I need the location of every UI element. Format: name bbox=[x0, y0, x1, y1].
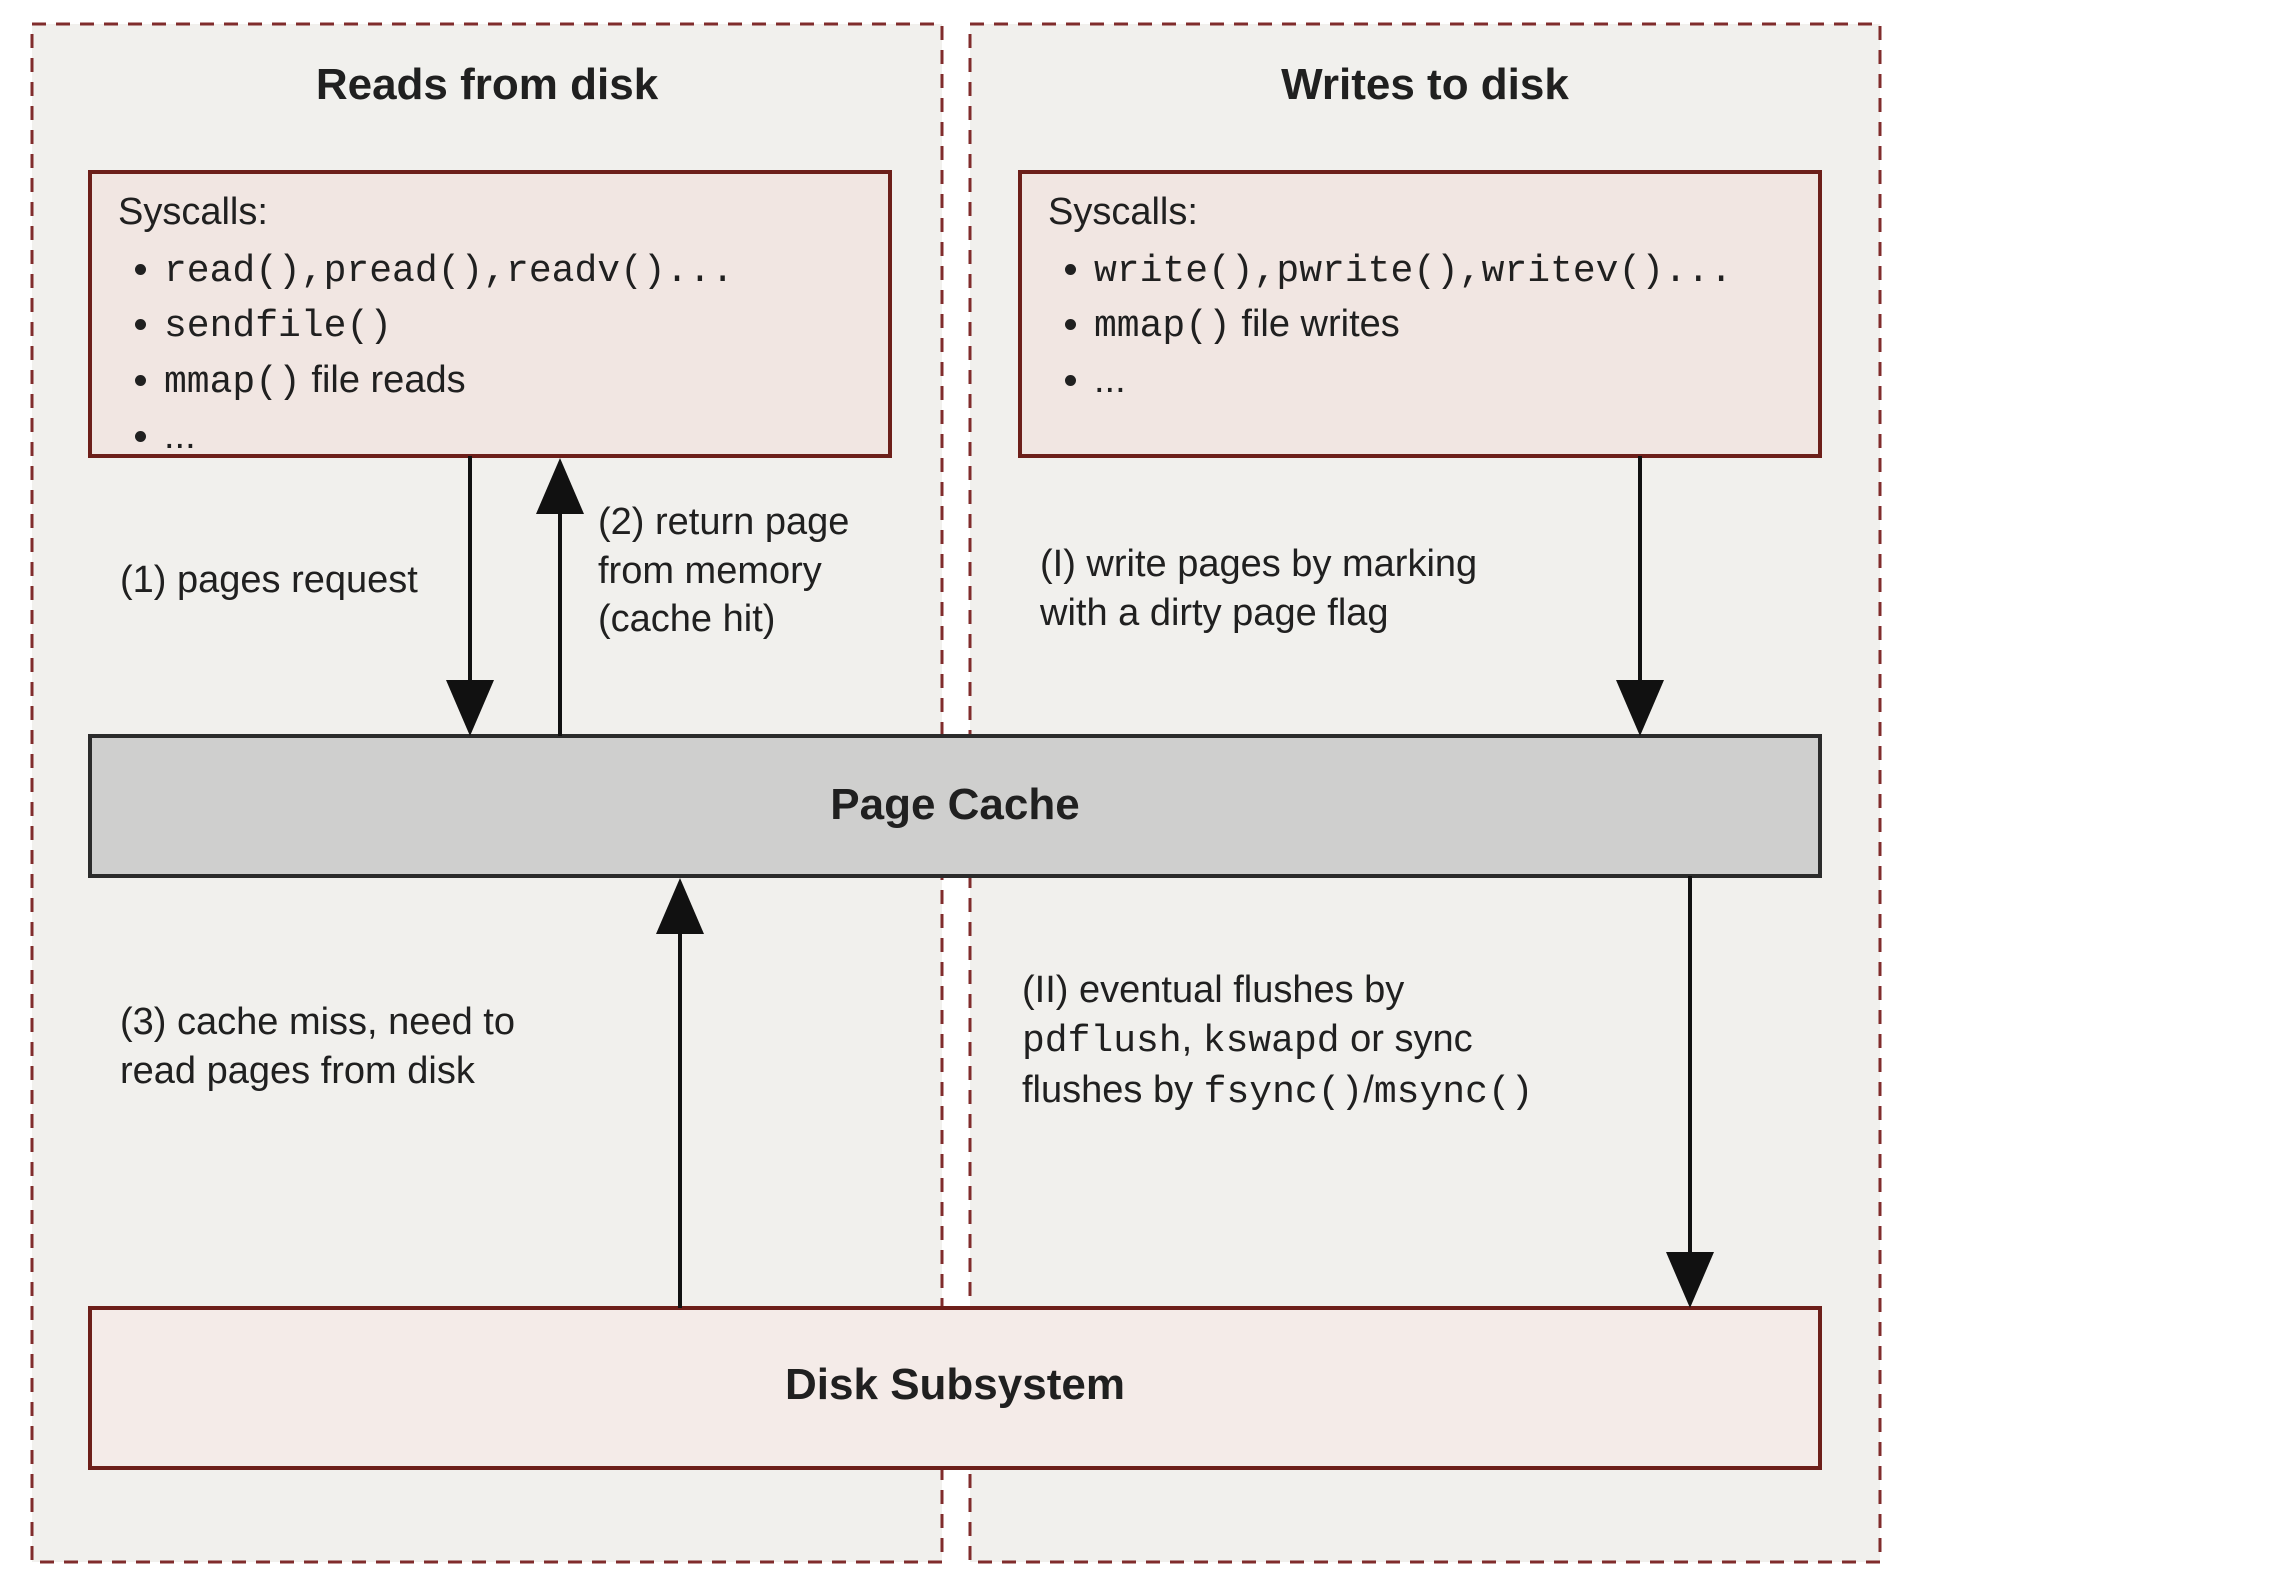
reads-syscall-3-code: mmap() bbox=[164, 361, 301, 404]
writes-syscall-3-text: ... bbox=[1094, 359, 1126, 401]
writes-stepII-l3-pre: flushes by bbox=[1022, 1069, 1204, 1111]
writes-stepII-label: (II) eventual flushes by pdflush, kswapd… bbox=[1022, 966, 1662, 1118]
reads-step3-l2: read pages from disk bbox=[120, 1050, 475, 1092]
writes-syscall-line1: write(),pwrite(),writev()... bbox=[1094, 245, 1808, 297]
reads-step3-label: (3) cache miss, need to read pages from … bbox=[120, 998, 640, 1095]
reads-syscall-line4: ... bbox=[164, 412, 878, 461]
writes-stepII-l2-m2: kswapd bbox=[1203, 1020, 1340, 1063]
reads-step2-l1: (2) return page bbox=[598, 501, 849, 543]
writes-stepI-l2: with a dirty page flag bbox=[1040, 592, 1389, 634]
disk-subsystem-label: Disk Subsystem bbox=[90, 1360, 1820, 1410]
writes-stepII-l2-mid: , bbox=[1182, 1018, 1203, 1060]
writes-stepI-l1: (I) write pages by marking bbox=[1040, 543, 1477, 585]
reads-syscall-4-text: ... bbox=[164, 415, 196, 457]
writes-syscall-2-code: mmap() bbox=[1094, 305, 1231, 348]
reads-syscall-3-text: file reads bbox=[311, 359, 465, 401]
reads-syscall-line2: sendfile() bbox=[164, 300, 878, 352]
reads-syscall-2-code: sendfile() bbox=[164, 305, 392, 348]
writes-title: Writes to disk bbox=[970, 60, 1880, 110]
writes-stepII-l1: (II) eventual flushes by bbox=[1022, 969, 1404, 1011]
writes-stepII-l3-m2: msync() bbox=[1374, 1071, 1534, 1114]
reads-syscalls-heading: Syscalls: bbox=[118, 191, 268, 233]
writes-syscalls-content: Syscalls: write(),pwrite(),writev()... m… bbox=[1048, 188, 1808, 409]
writes-syscall-2-text: file writes bbox=[1241, 303, 1399, 345]
writes-syscalls-heading: Syscalls: bbox=[1048, 191, 1198, 233]
reads-step2-l2: from memory bbox=[598, 550, 822, 592]
writes-stepII-l2-m1: pdflush bbox=[1022, 1020, 1182, 1063]
reads-step1-label: (1) pages request bbox=[120, 556, 460, 605]
writes-stepII-l2-post: or sync bbox=[1340, 1018, 1473, 1060]
writes-stepII-l3-m1: fsync() bbox=[1204, 1071, 1364, 1114]
reads-step3-l1: (3) cache miss, need to bbox=[120, 1001, 515, 1043]
reads-syscall-line1: read(),pread(),readv()... bbox=[164, 245, 878, 297]
reads-step2-label: (2) return page from memory (cache hit) bbox=[598, 498, 938, 644]
reads-syscall-1-code: read(),pread(),readv()... bbox=[164, 250, 734, 293]
writes-syscall-1-code: write(),pwrite(),writev()... bbox=[1094, 250, 1733, 293]
reads-syscalls-content: Syscalls: read(),pread(),readv()... send… bbox=[118, 188, 878, 464]
reads-syscall-line3: mmap() file reads bbox=[164, 356, 878, 408]
writes-syscall-line2: mmap() file writes bbox=[1094, 300, 1808, 352]
reads-step2-l3: (cache hit) bbox=[598, 598, 775, 640]
reads-title: Reads from disk bbox=[32, 60, 942, 110]
diagram-root: Reads from disk Writes to disk Syscalls:… bbox=[0, 0, 2288, 1586]
writes-syscall-line3: ... bbox=[1094, 356, 1808, 405]
page-cache-label: Page Cache bbox=[90, 780, 1820, 830]
writes-stepI-label: (I) write pages by marking with a dirty … bbox=[1040, 540, 1600, 637]
writes-stepII-l3-sep: / bbox=[1363, 1069, 1374, 1111]
